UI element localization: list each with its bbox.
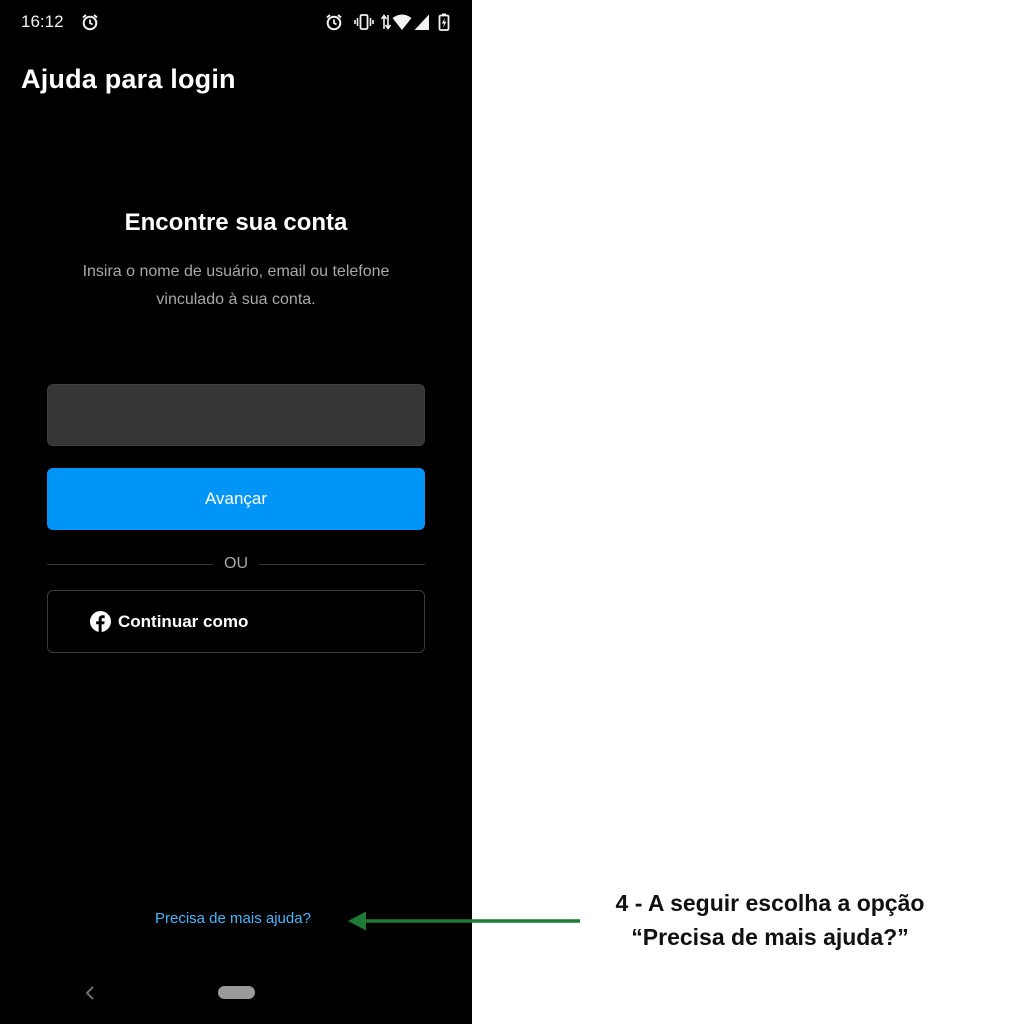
data-arrows-icon: [380, 14, 392, 30]
wifi-icon: [392, 14, 412, 30]
annotation-arrow-icon: [348, 911, 580, 931]
next-button[interactable]: Avançar: [47, 468, 425, 530]
divider-line-right: [259, 564, 425, 565]
divider-or-text: OU: [224, 555, 248, 572]
facebook-icon: [90, 611, 111, 632]
vibrate-icon: [354, 14, 374, 30]
status-bar: 16:12: [0, 0, 472, 44]
home-pill[interactable]: [218, 986, 255, 999]
annotation-line-2: “Precisa de mais ajuda?”: [631, 924, 909, 950]
facebook-button-label: Continuar como: [118, 612, 249, 631]
annotation-line-1: 4 - A seguir escolha a opção: [615, 890, 925, 916]
back-chevron-icon[interactable]: [84, 985, 98, 1001]
signal-icon: [414, 14, 429, 30]
status-time: 16:12: [21, 12, 64, 31]
page-title: Ajuda para login: [21, 64, 236, 94]
battery-charging-icon: [438, 13, 450, 31]
instructions-text: Insira o nome de usuário, email ou telef…: [82, 263, 390, 308]
annotation-text: 4 - A seguir escolha a opção “Precisa de…: [590, 886, 950, 954]
continue-with-facebook-button[interactable]: Continuar como: [47, 590, 425, 653]
alarm-icon: [82, 14, 98, 31]
phone-screen: 16:12 Ajuda para login Encontre sua cont…: [0, 0, 472, 1024]
section-heading: Encontre sua conta: [124, 209, 348, 236]
account-search-input[interactable]: [47, 384, 425, 446]
divider-line-left: [47, 564, 213, 565]
alarm-icon: [326, 14, 342, 31]
need-more-help-link[interactable]: Precisa de mais ajuda?: [155, 910, 311, 927]
